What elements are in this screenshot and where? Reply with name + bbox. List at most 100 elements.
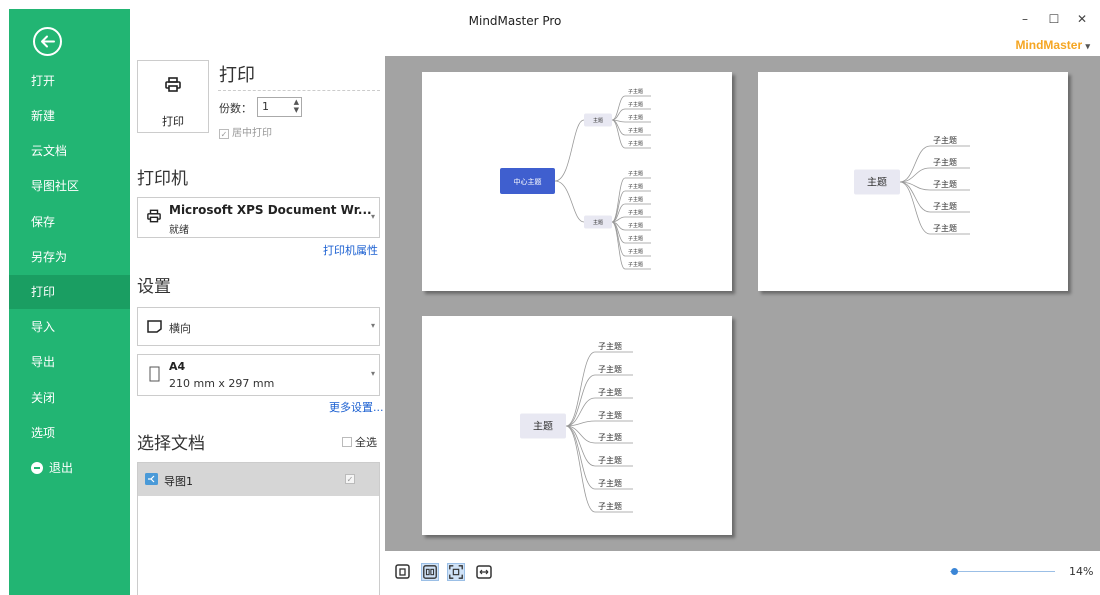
sidebar-item-label: 打开 (31, 74, 56, 88)
paper-size-select[interactable]: A4 210 mm x 297 mm ▾ (137, 354, 380, 396)
select-all-checkbox[interactable] (342, 437, 352, 447)
printer-name: Microsoft XPS Document Wr... (169, 203, 372, 217)
branch-line (565, 425, 596, 467)
mindmap-preview: 主题子主题子主题子主题子主题子主题子主题子主题子主题 (520, 341, 633, 513)
preview-page-1: 中心主题 主题 主题 子主题 子主题 子主题 子主题 子主题 子主题 子主题 子主题 子主题 子主题 子主… (422, 72, 732, 291)
printer-status: 就绪 (169, 225, 189, 236)
title-bar: MindMaster Pro – ☐ ✕ MindMaster ▾ (130, 9, 1100, 56)
paper-name: A4 (169, 360, 186, 373)
left-border (0, 0, 9, 595)
mindmap-preview: 主题子主题子主题子主题子主题子主题 (854, 135, 970, 235)
sidebar-item-community[interactable]: 导图社区 (9, 169, 130, 203)
center-topic-label: 中心主题 (514, 177, 542, 186)
more-settings-link[interactable]: 更多设置... (329, 399, 384, 415)
sidebar-item-exit[interactable]: 退出 (9, 451, 130, 485)
sidebar-item-open[interactable]: 打开 (9, 64, 130, 98)
subtopic-label: 子主题 (933, 135, 957, 145)
paper-dimensions: 210 mm x 297 mm (169, 377, 275, 390)
top-border (0, 0, 1100, 9)
copies-stepper[interactable]: 1 ▲ ▼ (257, 97, 302, 117)
two-page-view-button[interactable] (421, 563, 439, 581)
minus-circle-icon (31, 462, 43, 474)
chevron-down-icon: ▾ (1085, 41, 1090, 51)
subtopic-label: 子主题 (628, 183, 643, 190)
subtopic-label: 子主题 (933, 201, 957, 211)
sidebar-item-new[interactable]: 新建 (9, 99, 130, 133)
sidebar-item-close[interactable]: 关闭 (9, 381, 130, 415)
printer-select[interactable]: Microsoft XPS Document Wr... 就绪 ▾ (137, 197, 380, 238)
center-print-checkbox[interactable]: ✓ (219, 129, 229, 139)
portrait-page-icon (149, 366, 160, 382)
close-button[interactable]: ✕ (1072, 11, 1092, 27)
sidebar-item-import[interactable]: 导入 (9, 310, 130, 344)
printer-properties-link[interactable]: 打印机属性 (323, 242, 378, 258)
copies-label: 份数： (219, 102, 252, 115)
mindmap-file-icon (145, 473, 158, 485)
sidebar-item-label: 云文档 (31, 144, 68, 158)
window-title: MindMaster Pro (468, 14, 562, 28)
sidebar-item-label: 选项 (31, 426, 56, 440)
sidebar-item-print[interactable]: 打印 (9, 275, 130, 309)
center-print-option[interactable]: ✓ 居中打印 (219, 124, 272, 139)
select-all-option[interactable]: 全选 (342, 434, 377, 450)
subtopic-label: 子主题 (933, 179, 957, 189)
zoom-slider-handle[interactable] (951, 568, 958, 575)
sidebar-item-export[interactable]: 导出 (9, 345, 130, 379)
subtopic-label: 子主题 (933, 223, 957, 233)
sidebar-item-label: 导图社区 (31, 179, 80, 193)
print-button[interactable]: 打印 (137, 60, 209, 133)
sidebar-item-cloud-docs[interactable]: 云文档 (9, 134, 130, 168)
orientation-select[interactable]: 横向 ▾ (137, 307, 380, 346)
orientation-value: 横向 (169, 322, 191, 335)
chevron-down-icon: ▾ (370, 369, 375, 378)
chevron-down-icon: ▾ (370, 212, 375, 221)
subtopic-label: 子主题 (628, 88, 643, 95)
subtopic-label: 子主题 (598, 387, 622, 397)
sidebar-item-save[interactable]: 保存 (9, 205, 130, 239)
settings-heading: 设置 (137, 277, 171, 297)
minimize-button[interactable]: – (1015, 11, 1035, 27)
subtopic-label: 子主题 (598, 455, 622, 465)
mindmap-preview: 中心主题主题主题子主题子主题子主题子主题子主题子主题子主题子主题子主题子主题子主… (500, 88, 651, 270)
sidebar-item-label: 退出 (49, 461, 74, 475)
print-heading: 打印 (219, 65, 255, 86)
brand-menu[interactable]: MindMaster ▾ (1015, 38, 1090, 52)
branch-line (899, 145, 931, 183)
sidebar-item-label: 打印 (31, 285, 56, 299)
fit-width-button[interactable] (475, 563, 493, 581)
printer-heading: 打印机 (137, 169, 188, 189)
branch-line (554, 180, 585, 223)
landscape-page-icon (147, 320, 162, 333)
branch-line (611, 221, 626, 257)
divider (218, 90, 380, 91)
sidebar-item-label: 另存为 (31, 250, 68, 264)
back-button[interactable] (33, 27, 62, 56)
branch-line (899, 167, 931, 183)
printer-icon (147, 209, 161, 223)
list-item[interactable]: 导图1 ✓ (138, 463, 379, 496)
sidebar-item-label: 新建 (31, 109, 56, 123)
single-page-view-button[interactable] (394, 563, 412, 581)
subtopic-label: 子主题 (628, 222, 643, 229)
subtopic-label: 子主题 (628, 248, 643, 255)
subtopic-label: 子主题 (598, 478, 622, 488)
preview-toolbar: 14% (385, 551, 1100, 595)
zoom-slider-track[interactable] (950, 571, 1055, 572)
printer-icon (165, 77, 181, 92)
maximize-button[interactable]: ☐ (1044, 11, 1064, 27)
document-checkbox[interactable]: ✓ (345, 474, 355, 484)
sidebar-item-options[interactable]: 选项 (9, 416, 130, 450)
fit-page-button[interactable] (447, 563, 465, 581)
topic-label: 主题 (533, 421, 553, 433)
print-preview-area[interactable]: 中心主题 主题 主题 子主题 子主题 子主题 子主题 子主题 子主题 子主题 子主题 子主题 子主题 子主… (385, 56, 1100, 551)
branch-line (554, 119, 585, 182)
subtopic-label: 子主题 (598, 501, 622, 511)
sidebar-item-save-as[interactable]: 另存为 (9, 240, 130, 274)
preview-page-3: 主题 子主题 子主题 子主题 子主题 子主题 子主题 子主题 子主题 (422, 316, 732, 535)
stepper-arrows-icon[interactable]: ▲ ▼ (294, 98, 299, 114)
sidebar-item-label: 关闭 (31, 391, 56, 405)
print-button-label: 打印 (162, 115, 184, 128)
select-document-heading: 选择文档 (137, 434, 205, 454)
print-settings-panel: 打印 打印 份数： 1 ▲ ▼ ✓ 居中打印 打印机 Microsoft XPS D… (130, 56, 385, 595)
brand-label: MindMaster (1015, 38, 1083, 52)
